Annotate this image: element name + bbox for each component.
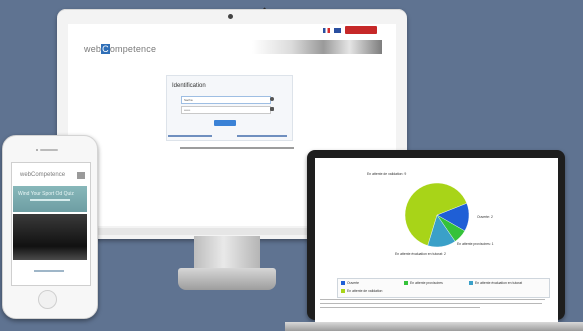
imac-camera [228, 14, 233, 19]
login-button[interactable] [214, 120, 236, 126]
lock-icon [270, 107, 274, 111]
imac-stand-foot [178, 268, 276, 290]
legend-label-tutorat: En attente évaluation en tutorat [475, 281, 523, 285]
password-field[interactable]: •••••• [181, 106, 271, 114]
pie-label-2: En attente provisoires: 1 [457, 242, 494, 246]
legend-swatch-provisoires [404, 281, 408, 285]
legend-label-validation: En attente de validation [347, 289, 383, 293]
pie-label-1: Ouverte: 2 [477, 215, 493, 219]
phone-content-image [13, 214, 87, 260]
phone-home-button[interactable] [38, 290, 57, 309]
legend-swatch-tutorat [469, 281, 473, 285]
create-account-link[interactable] [168, 135, 212, 137]
phone-hero-subtitle [30, 199, 70, 201]
legend-table: Ouverte En attente provisoires En attent… [337, 278, 550, 298]
header-banner-image [252, 40, 382, 54]
username-field[interactable]: Sacha [181, 96, 271, 104]
legend-swatch-validation [341, 289, 345, 293]
laptop-text-line-3 [320, 307, 480, 309]
laptop-text-line-1 [320, 299, 545, 301]
login-title: Identification [172, 83, 206, 89]
phone-speaker [40, 149, 58, 151]
uk-flag-icon[interactable] [334, 28, 341, 33]
imac-stand-neck [194, 236, 260, 270]
legend-label-ouverte: Ouverte [347, 281, 360, 285]
phone-image-caption [34, 270, 64, 272]
phone-camera [36, 149, 38, 151]
legend-label-provisoires: En attente provisoires [410, 281, 443, 285]
status-pie-chart: En attente de validation: 9 Ouverte: 2 En … [355, 168, 515, 264]
french-flag-icon[interactable] [323, 28, 330, 33]
pie-label-3: En attente évaluation en tutorat: 2 [395, 252, 446, 256]
laptop-base [285, 322, 583, 331]
legend-swatch-ouverte [341, 281, 345, 285]
forgot-password-link[interactable] [237, 135, 287, 137]
laptop-text-line-2 [320, 303, 542, 305]
pie-label-0: En attente de validation: 9 [367, 172, 406, 176]
footer-copyright [180, 147, 294, 149]
phone-logo[interactable]: webCompetence [20, 172, 65, 178]
pie-chart-svg: En attente de validation: 9 Ouverte: 2 En … [367, 172, 494, 256]
signup-button[interactable] [345, 26, 377, 34]
hamburger-menu-icon[interactable] [77, 172, 85, 179]
webcompetence-logo[interactable]: webCompetence [84, 44, 156, 54]
phone-hero-title: Wind Your Sport Od Quiz [18, 191, 74, 197]
user-icon [270, 97, 274, 101]
